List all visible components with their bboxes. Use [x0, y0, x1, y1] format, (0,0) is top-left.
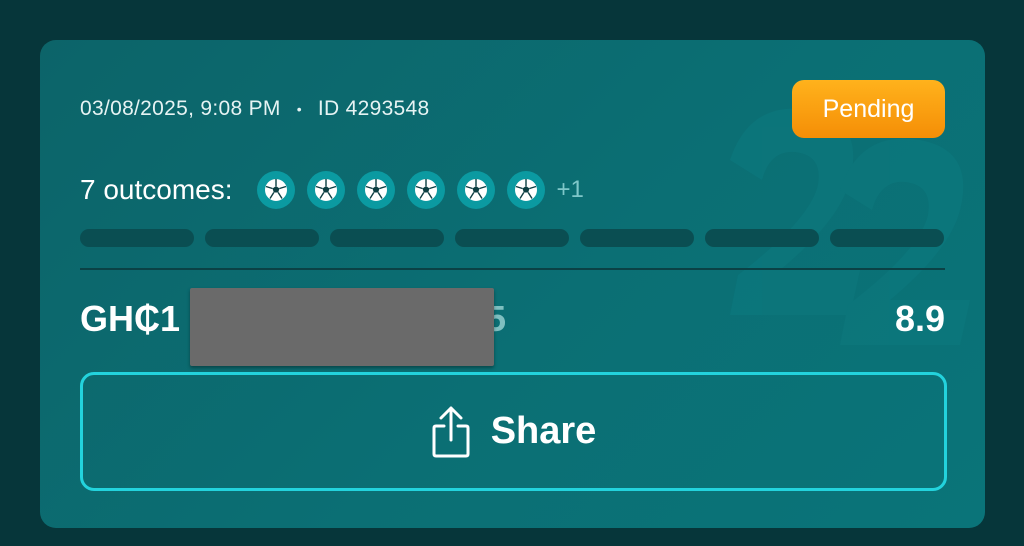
outcome-placeholder-bars	[80, 229, 944, 247]
outcomes-row[interactable]: 7 outcomes: +1	[80, 168, 584, 212]
redaction-box	[190, 288, 494, 366]
soccer-ball-icon	[406, 171, 445, 209]
placeholder-bar	[705, 229, 819, 247]
soccer-ball-icon	[356, 171, 395, 209]
placeholder-bar	[455, 229, 569, 247]
ticket-datetime: 03/08/2025, 9:08 PM	[80, 97, 281, 120]
bet-ticket-card[interactable]: 03/08/2025, 9:08 PM • ID 4293548 Pending…	[40, 40, 985, 528]
meta-separator: •	[296, 101, 302, 117]
placeholder-bar	[205, 229, 319, 247]
placeholder-bar	[580, 229, 694, 247]
placeholder-bar	[80, 229, 194, 247]
divider	[80, 268, 945, 270]
placeholder-bar	[330, 229, 444, 247]
status-badge: Pending	[792, 80, 945, 138]
total-odds: 8.9	[894, 298, 945, 339]
share-label: Share	[490, 410, 597, 452]
share-icon	[432, 406, 470, 457]
outcomes-label: 7 outcomes:	[80, 174, 233, 205]
soccer-ball-icon	[506, 171, 545, 209]
placeholder-bar	[830, 229, 944, 247]
more-outcomes-count: +1	[556, 176, 584, 203]
soccer-ball-icon	[256, 171, 295, 209]
soccer-ball-icon	[306, 171, 345, 209]
ticket-id: ID 4293548	[317, 97, 430, 120]
amount-prefix: GH₵1	[80, 298, 181, 339]
ticket-meta: 03/08/2025, 9:08 PM • ID 4293548	[80, 95, 429, 123]
soccer-ball-icon	[456, 171, 495, 209]
share-button[interactable]: Share	[80, 372, 947, 491]
